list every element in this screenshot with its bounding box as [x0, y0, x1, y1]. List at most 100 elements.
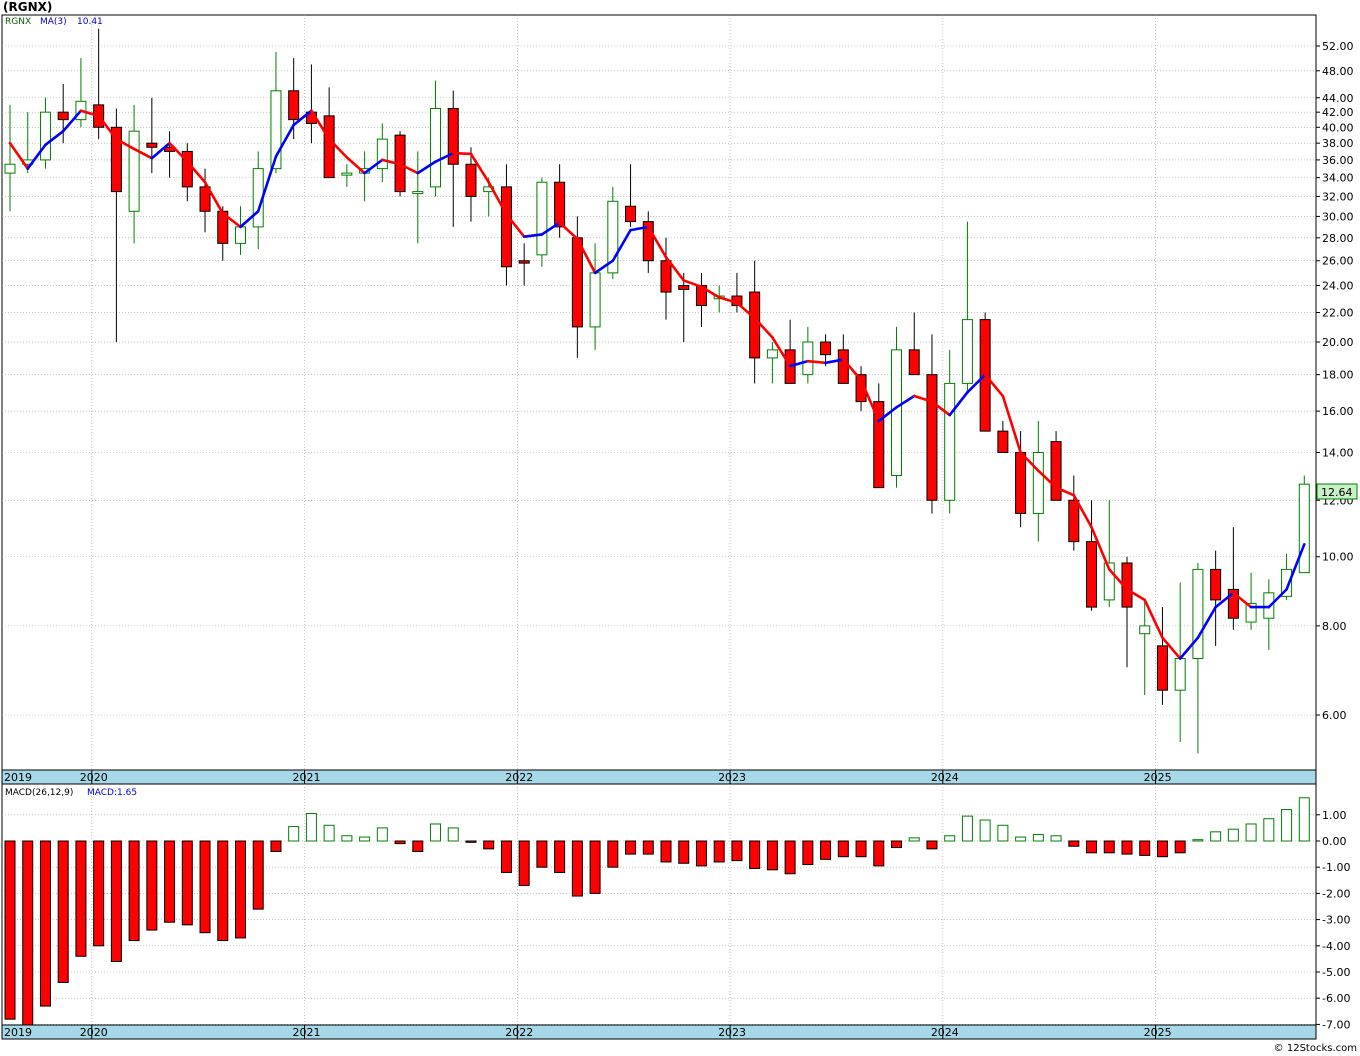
macd-bar-positive	[1192, 839, 1204, 842]
price-y-axis: 6.008.0010.0012.0014.0016.0018.0020.0022…	[1316, 40, 1354, 722]
macd-bar-negative	[22, 840, 34, 1031]
macd-bar-positive	[1298, 797, 1310, 842]
macd-bar-positive	[1015, 836, 1027, 842]
candle-up	[1298, 483, 1310, 574]
price-tick-label: 36.00	[1322, 154, 1354, 167]
macd-bar-negative	[571, 840, 583, 897]
macd-tick-label: -6.00	[1322, 992, 1350, 1005]
year-label: 2023	[718, 1026, 746, 1039]
candle-up	[430, 107, 442, 188]
macd-bar-negative	[93, 840, 105, 947]
legend-symbol: RGNX	[5, 17, 31, 27]
macd-tick-label: -2.00	[1322, 887, 1350, 900]
macd-bar-negative	[483, 840, 495, 850]
macd-bar-negative	[4, 840, 16, 1020]
candle-up	[412, 191, 424, 195]
chart-title: (RGNX)	[3, 0, 52, 14]
year-label: 2020	[80, 771, 108, 784]
macd-bar-negative	[678, 840, 690, 864]
price-tick-label: 38.00	[1322, 137, 1354, 150]
macd-bar-positive	[305, 812, 317, 842]
price-tick-label: 28.00	[1322, 232, 1354, 245]
ma-segment	[806, 359, 827, 365]
candle-up	[961, 319, 973, 384]
macd-bar-negative	[820, 840, 832, 860]
year-label: 2020	[80, 1026, 108, 1039]
price-tick-label: 42.00	[1322, 106, 1354, 119]
macd-bar-negative	[855, 840, 867, 858]
date-axis-bottom: 2019 2020 2021 2022 2023 2024 2025	[1, 1024, 1317, 1040]
price-tick-label: 48.00	[1322, 65, 1354, 78]
price-tick-label: 6.00	[1322, 709, 1347, 722]
macd-bar-negative	[766, 840, 778, 871]
price-plot-area	[1, 14, 1317, 771]
macd-bar-positive	[997, 824, 1009, 842]
candle-down	[146, 142, 158, 148]
macd-bar-positive	[908, 837, 920, 842]
macd-bar-positive	[1281, 809, 1293, 842]
candle-down	[820, 341, 832, 356]
candle-down	[288, 90, 300, 121]
candle-up	[39, 111, 51, 161]
macd-bar-positive	[359, 836, 371, 842]
macd-bar-positive	[961, 815, 973, 842]
macd-bar-positive	[341, 835, 353, 842]
candle-up	[1192, 568, 1204, 660]
ma-segment	[451, 151, 473, 156]
macd-tick-label: 1.00	[1322, 809, 1347, 822]
candle-up	[766, 349, 778, 359]
macd-bar-negative	[234, 840, 246, 939]
candle-down	[323, 115, 335, 179]
macd-bar-negative	[252, 840, 264, 910]
price-tick-label: 22.00	[1322, 306, 1354, 319]
year-label: 2019	[4, 1026, 32, 1039]
candle-down	[1210, 568, 1222, 601]
year-label: 2024	[931, 771, 959, 784]
macd-bar-negative	[749, 840, 761, 870]
candle-down	[749, 291, 761, 359]
candle-down	[1068, 499, 1080, 543]
macd-plot-area	[1, 783, 1317, 1026]
price-tick-label: 24.00	[1322, 280, 1354, 293]
candle-up	[802, 341, 814, 376]
date-band-top	[1, 769, 1317, 785]
macd-bar-negative	[518, 840, 530, 887]
macd-bar-negative	[128, 840, 140, 942]
candle-down	[1156, 645, 1168, 691]
candle-down	[678, 285, 690, 290]
year-label: 2023	[718, 771, 746, 784]
year-label: 2021	[293, 771, 321, 784]
stock-chart: (RGNX) 6.008.0010.0012.0014.0016.0018.00…	[1, 0, 1358, 1054]
candle-up	[1174, 658, 1186, 691]
candle-up	[4, 163, 16, 174]
macd-bar-negative	[536, 840, 548, 868]
candle-up	[536, 181, 548, 256]
macd-bar-negative	[1174, 840, 1186, 854]
candle-up	[128, 130, 140, 212]
macd-bar-negative	[625, 840, 637, 855]
candle-down	[660, 260, 672, 293]
macd-bar-negative	[39, 840, 51, 1007]
candle-down	[1050, 441, 1062, 501]
candle-down	[908, 349, 920, 376]
year-label: 2022	[505, 771, 533, 784]
macd-bar-negative	[873, 840, 885, 867]
price-tick-label: 10.00	[1322, 551, 1354, 564]
macd-panel: 1.00 0.00 -1.00 -2.00 -3.00 -4.00 -5.00 -6.00 -7…	[1, 783, 1350, 1031]
legend-macd-name: MACD(26,12,9)	[5, 788, 73, 798]
credit: © 12Stocks.com	[1274, 1043, 1357, 1054]
price-legend: RGNX MA(3) 10.41	[5, 17, 103, 27]
candle-down	[997, 430, 1009, 454]
year-label: 2025	[1144, 1026, 1172, 1039]
price-tick-label: 18.00	[1322, 369, 1354, 382]
macd-bar-negative	[642, 840, 654, 855]
candle-down	[500, 186, 512, 268]
price-tick-label: 32.00	[1322, 190, 1354, 203]
macd-bar-negative	[660, 840, 672, 863]
macd-bar-negative	[926, 840, 938, 850]
price-tick-label: 20.00	[1322, 336, 1354, 349]
macd-tick-label: -5.00	[1322, 966, 1350, 979]
candle-down	[518, 260, 530, 264]
price-tick-label: 26.00	[1322, 255, 1354, 268]
macd-bar-negative	[146, 840, 158, 931]
